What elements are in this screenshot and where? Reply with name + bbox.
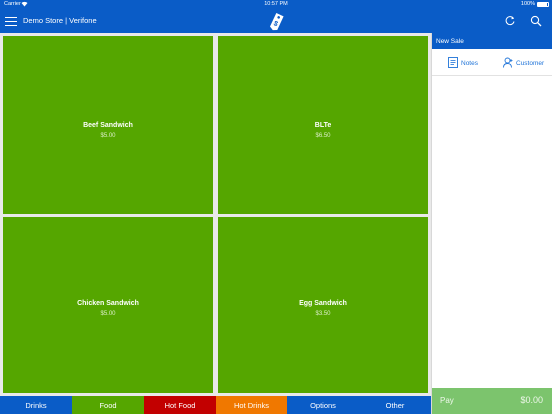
product-price: $6.50 — [315, 133, 331, 139]
category-tab-other[interactable]: Other — [359, 396, 431, 414]
product-tile[interactable]: BLTe $6.50 — [218, 36, 428, 214]
product-grid: Beef Sandwich $5.00 BLTe $6.50 Chicken S… — [0, 33, 431, 396]
store-name: Demo Store | Verifone — [23, 16, 97, 25]
clock: 10:57 PM — [264, 1, 288, 7]
battery-icon — [537, 2, 549, 7]
price-tag-logo-icon: $ — [269, 12, 284, 31]
customer-button[interactable]: Customer — [503, 57, 551, 69]
notes-icon — [448, 57, 458, 68]
product-tile[interactable]: Beef Sandwich $5.00 — [3, 36, 213, 214]
category-tab-hot-food[interactable]: Hot Food — [144, 396, 216, 414]
product-tile[interactable]: Chicken Sandwich $5.00 — [3, 217, 213, 393]
product-name: Egg Sandwich — [299, 300, 347, 307]
status-bar: Carrier 10:57 PM 100% — [0, 0, 552, 9]
product-price: $5.00 — [100, 311, 116, 317]
category-bar: Drinks Food Hot Food Hot Drinks Options … — [0, 396, 431, 414]
sale-actions: Notes Customer — [432, 49, 552, 76]
sale-panel: New Sale Notes Customer Pay $0.00 — [431, 33, 552, 414]
product-name: Chicken Sandwich — [77, 300, 139, 307]
nav-bar: Demo Store | Verifone $ — [0, 9, 552, 33]
category-tab-drinks[interactable]: Drinks — [0, 396, 72, 414]
sale-title: New Sale — [432, 33, 552, 49]
hamburger-menu-icon[interactable] — [5, 15, 17, 27]
customer-label: Customer — [516, 60, 545, 67]
product-name: BLTe — [314, 122, 332, 129]
notes-label: Notes — [461, 60, 478, 67]
refresh-icon[interactable] — [504, 15, 516, 27]
product-price: $5.00 — [100, 133, 116, 139]
pay-button[interactable]: Pay $0.00 — [432, 388, 552, 414]
product-name: Beef Sandwich — [83, 122, 133, 129]
battery-percent: 100% — [520, 1, 535, 7]
search-icon[interactable] — [530, 15, 542, 27]
sale-total: $0.00 — [520, 395, 543, 405]
customer-icon — [503, 57, 513, 68]
product-price: $3.50 — [315, 311, 331, 317]
category-tab-hot-drinks[interactable]: Hot Drinks — [216, 396, 287, 414]
category-tab-options[interactable]: Options — [287, 396, 359, 414]
category-tab-food[interactable]: Food — [72, 396, 144, 414]
product-tile[interactable]: Egg Sandwich $3.50 — [218, 217, 428, 393]
pay-label: Pay — [440, 396, 454, 405]
notes-button[interactable]: Notes — [448, 57, 488, 69]
